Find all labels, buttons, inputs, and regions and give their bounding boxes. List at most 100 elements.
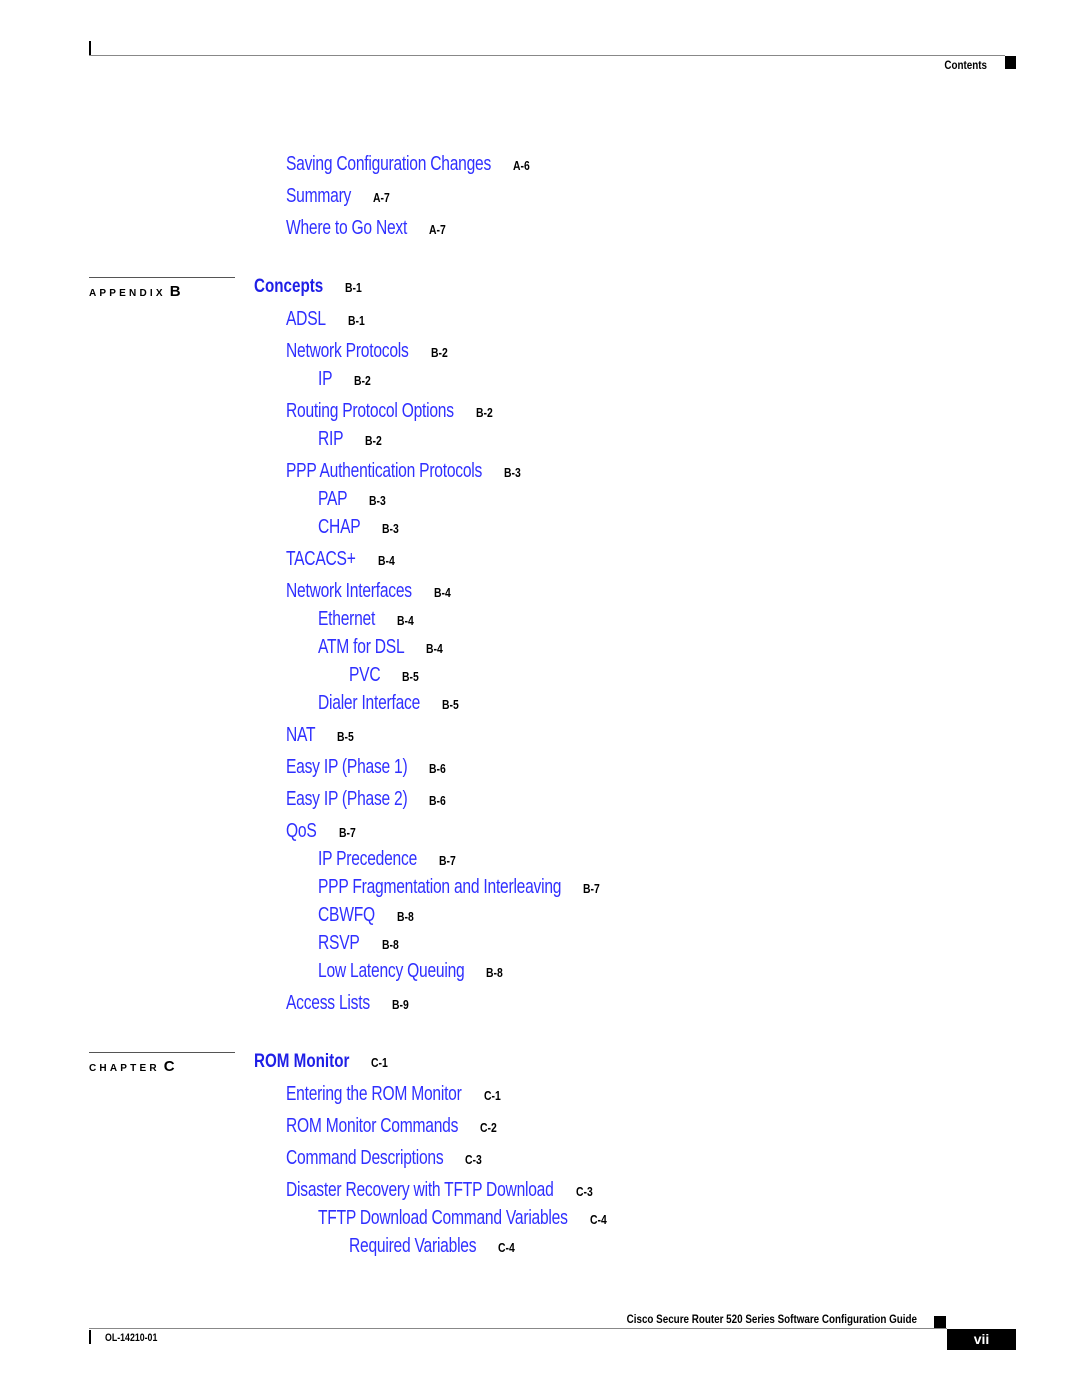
toc-entry[interactable]: Command Descriptions C-3 [286,1147,482,1170]
toc-entry[interactable]: Dialer Interface B-5 [318,692,459,715]
toc-entry-title-link[interactable]: NAT [286,724,316,747]
toc-entry-page-number: B-2 [365,433,383,448]
toc-entry-title-link[interactable]: IP Precedence [318,848,417,871]
toc-entry[interactable]: Disaster Recovery with TFTP Download C-3 [286,1179,592,1202]
toc-entry-page-number: B-2 [475,405,493,420]
toc-entry-title-link[interactable]: RIP [318,428,344,451]
toc-entry[interactable]: Easy IP (Phase 1) B-6 [286,756,446,779]
chapter-title-link[interactable]: Concepts [254,276,323,298]
toc-entry[interactable]: Easy IP (Phase 2) B-6 [286,788,446,811]
toc-entry[interactable]: PAP B-3 [318,488,386,511]
toc-entry-page-number: A-7 [373,190,390,205]
toc-entry-page-number: B-8 [486,965,504,980]
toc-entry-title-link[interactable]: Access Lists [286,992,370,1015]
toc-entry[interactable]: ROM Monitor Commands C-2 [286,1115,497,1138]
toc-entry-page-number: B-8 [381,937,399,952]
toc-entry[interactable]: Low Latency Queuing B-8 [318,960,503,983]
toc-entry[interactable]: PVC B-5 [349,664,419,687]
toc-entry[interactable]: IP B-2 [318,368,371,391]
toc-entry-page-number: B-5 [337,729,355,744]
toc-entry-page-number: B-2 [354,373,372,388]
toc-entry-page-number: C-2 [480,1120,497,1135]
toc-entry[interactable]: Entering the ROM Monitor C-1 [286,1083,500,1106]
toc-entry-page-number: B-1 [347,313,365,328]
toc-entry-title-link[interactable]: Routing Protocol Options [286,400,454,423]
toc-entry[interactable]: QoS B-7 [286,820,355,843]
toc-entry-page-number: B-8 [396,909,414,924]
chapter-page-number: B-1 [345,280,363,295]
toc-entry-title-link[interactable]: QoS [286,820,317,843]
chapter-title-link[interactable]: ROM Monitor [254,1051,349,1073]
toc-entry-page-number: B-3 [504,465,521,480]
toc-entry-title-link[interactable]: TFTP Download Command Variables [318,1207,568,1230]
toc-entry-title-link[interactable]: Entering the ROM Monitor [286,1083,462,1106]
toc-entry-title-link[interactable]: CHAP [318,516,361,539]
footer-margin-tick [89,1330,91,1344]
toc-entry-title-link[interactable]: Summary [286,185,351,208]
toc-entry-title-link[interactable]: RSVP [318,932,360,955]
toc-entry-title-link[interactable]: Easy IP (Phase 2) [286,788,408,811]
toc-entry-page-number: B-2 [430,345,448,360]
toc-entry-page-number: B-9 [391,997,409,1012]
toc-entry-page-number: C-4 [498,1240,516,1255]
toc-entry-title-link[interactable]: Dialer Interface [318,692,420,715]
header-section-label: Contents [944,58,987,72]
toc-entry[interactable]: Ethernet B-4 [318,608,414,631]
chapter-c-letter: C [163,1058,175,1075]
toc-entry[interactable]: RIP B-2 [318,428,382,451]
chapter-title-entry-b[interactable]: Concepts B-1 [254,276,362,298]
toc-entry-title-link[interactable]: PAP [318,488,348,511]
toc-entry[interactable]: PPP Fragmentation and Interleaving B-7 [318,876,600,899]
toc-entry-title-link[interactable]: Command Descriptions [286,1147,444,1170]
toc-entry-title-link[interactable]: Network Protocols [286,340,409,363]
toc-entry-title-link[interactable]: TACACS+ [286,548,356,571]
toc-entry-title-link[interactable]: IP [318,368,333,391]
toc-entry-page-number: C-3 [575,1184,593,1199]
toc-entry-title-link[interactable]: Disaster Recovery with TFTP Download [286,1179,554,1202]
toc-entry-title-link[interactable]: ADSL [286,308,326,331]
toc-entry[interactable]: Access Lists B-9 [286,992,409,1015]
toc-entry-title-link[interactable]: Easy IP (Phase 1) [286,756,408,779]
header-rule [89,55,1005,56]
toc-entry-page-number: A-6 [513,158,530,173]
toc-entry-title-link[interactable]: PPP Authentication Protocols [286,460,482,483]
footer-guide-title: Cisco Secure Router 520 Series Software … [626,1312,917,1326]
appendix-b-label: APPENDIX B [89,283,181,300]
toc-entry-title-link[interactable]: ROM Monitor Commands [286,1115,458,1138]
toc-entry[interactable]: Network Protocols B-2 [286,340,447,363]
toc-entry-page-number: B-6 [429,793,447,808]
toc-entry-title-link[interactable]: Where to Go Next [286,217,407,240]
footer-page-number: vii [947,1329,1016,1350]
toc-entry[interactable]: NAT B-5 [286,724,354,747]
toc-entry-page-number: B-3 [369,493,387,508]
chapter-title-entry-c[interactable]: ROM Monitor C-1 [254,1051,388,1073]
toc-entry[interactable]: Required Variables C-4 [349,1235,515,1258]
toc-entry[interactable]: TACACS+ B-4 [286,548,394,571]
toc-entry[interactable]: Where to Go Next A-7 [286,217,446,240]
toc-entry[interactable]: RSVP B-8 [318,932,398,955]
toc-entry[interactable]: TFTP Download Command Variables C-4 [318,1207,606,1230]
toc-entry[interactable]: ADSL B-1 [286,308,365,331]
toc-entry-title-link[interactable]: Saving Configuration Changes [286,153,491,176]
toc-entry[interactable]: Summary A-7 [286,185,390,208]
toc-entry-title-link[interactable]: PVC [349,664,381,687]
toc-entry[interactable]: PPP Authentication Protocols B-3 [286,460,521,483]
toc-entry-title-link[interactable]: Ethernet [318,608,375,631]
toc-entry[interactable]: CBWFQ B-8 [318,904,414,927]
toc-entry[interactable]: CHAP B-3 [318,516,399,539]
toc-entry-title-link[interactable]: CBWFQ [318,904,375,927]
toc-entry[interactable]: ATM for DSL B-4 [318,636,443,659]
toc-entry-title-link[interactable]: ATM for DSL [318,636,405,659]
toc-entry[interactable]: Routing Protocol Options B-2 [286,400,493,423]
toc-entry-page-number: B-4 [433,585,451,600]
appendix-b-label-text: APPENDIX [89,288,166,299]
toc-entry-title-link[interactable]: Required Variables [349,1235,477,1258]
toc-entry-title-link[interactable]: Network Interfaces [286,580,412,603]
chapter-c-label: CHAPTER C [89,1058,175,1075]
toc-entry[interactable]: Saving Configuration Changes A-6 [286,153,530,176]
toc-entry-title-link[interactable]: PPP Fragmentation and Interleaving [318,876,561,899]
toc-entry[interactable]: Network Interfaces B-4 [286,580,451,603]
footer-doc-number: OL-14210-01 [105,1332,158,1344]
toc-entry[interactable]: IP Precedence B-7 [318,848,456,871]
toc-entry-title-link[interactable]: Low Latency Queuing [318,960,465,983]
